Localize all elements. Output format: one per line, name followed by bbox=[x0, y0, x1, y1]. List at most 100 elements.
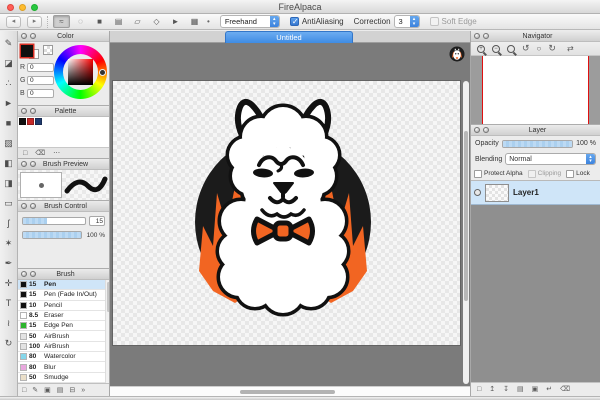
panel-close-button[interactable] bbox=[21, 161, 27, 167]
add-swatch-icon[interactable]: □ bbox=[23, 149, 27, 158]
brush-tool[interactable]: ✎ bbox=[1, 34, 16, 54]
brush-list-item[interactable]: 15 Pen bbox=[18, 280, 109, 290]
dot-tool[interactable]: ∴ bbox=[1, 74, 16, 94]
brush-list-item[interactable]: 80 Watercolor bbox=[18, 352, 109, 362]
brush-list-item[interactable]: 10 Pencil bbox=[18, 301, 109, 311]
layer-folder-icon[interactable]: ▤ bbox=[517, 385, 524, 394]
move-tool[interactable]: ► bbox=[1, 94, 16, 114]
add-brush-icon[interactable]: □ bbox=[22, 386, 26, 395]
magic-wand-tool[interactable]: ✶ bbox=[1, 234, 16, 254]
brush-list-item[interactable]: 15 Edge Pen bbox=[18, 321, 109, 331]
panel-close-button[interactable] bbox=[21, 33, 27, 39]
brush-list-item[interactable]: 100 AirBrush bbox=[18, 342, 109, 352]
brush-list-item[interactable]: 50 AirBrush bbox=[18, 331, 109, 341]
eyedropper-tool[interactable]: ✒ bbox=[1, 254, 16, 274]
brush-size-value[interactable]: 15 bbox=[89, 216, 105, 226]
navigator-preview[interactable] bbox=[471, 56, 600, 124]
select-eraser-tool[interactable]: ◨ bbox=[1, 174, 16, 194]
panel-close-button[interactable] bbox=[474, 127, 480, 133]
zoom-reset-icon[interactable] bbox=[507, 45, 515, 53]
grid-icon[interactable]: ▦ bbox=[186, 15, 203, 28]
lock-checkbox[interactable] bbox=[566, 170, 574, 178]
layer-row[interactable]: Layer1 bbox=[471, 181, 600, 205]
red-channel-field[interactable]: 0 bbox=[27, 63, 54, 72]
zoom-out-icon[interactable]: − bbox=[492, 45, 500, 53]
palette-swatch[interactable] bbox=[35, 118, 42, 125]
color-wheel[interactable] bbox=[54, 45, 107, 99]
rotate-ccw-icon[interactable]: ↺ bbox=[522, 44, 530, 53]
panel-close-button[interactable] bbox=[21, 108, 27, 114]
fill-tool[interactable]: ■ bbox=[1, 114, 16, 134]
stepper-icon[interactable] bbox=[586, 154, 595, 164]
parallelogram-icon[interactable]: ▱ bbox=[129, 15, 146, 28]
rect-select-tool[interactable]: ▭ bbox=[1, 194, 16, 214]
collapse-left-panel-button[interactable]: ◂ bbox=[6, 16, 21, 28]
soft-edge-checkbox[interactable] bbox=[430, 17, 439, 26]
layer-up-icon[interactable]: ↥ bbox=[489, 385, 495, 394]
layer-down-icon[interactable]: ↧ bbox=[503, 385, 509, 394]
cursor-icon[interactable]: ► bbox=[167, 15, 184, 28]
panel-close-button[interactable] bbox=[21, 271, 27, 277]
green-channel-field[interactable]: 0 bbox=[27, 76, 54, 85]
eraser-tool[interactable]: ◪ bbox=[1, 54, 16, 74]
curve-tool[interactable]: ≀ bbox=[1, 314, 16, 334]
brush-list-item[interactable]: 8.5 Eraser bbox=[18, 311, 109, 321]
fill-rect-icon[interactable]: ■ bbox=[91, 15, 108, 28]
correction-stepper[interactable]: 3 bbox=[394, 15, 420, 28]
palette-more-icon[interactable]: ⋯ bbox=[53, 149, 60, 158]
transparent-color-swatch[interactable] bbox=[43, 45, 53, 55]
stepper-icon[interactable] bbox=[410, 16, 419, 27]
fit-window-icon[interactable]: ⇄ bbox=[567, 44, 574, 53]
rotate-cw-icon[interactable]: ↻ bbox=[548, 44, 556, 53]
more-brushes-icon[interactable]: » bbox=[81, 386, 85, 395]
collapse-right-panel-button[interactable]: ▸ bbox=[27, 16, 42, 28]
layer-visibility-icon[interactable] bbox=[474, 189, 481, 196]
merge-layer-icon[interactable]: ↵ bbox=[546, 385, 552, 394]
clipping-checkbox[interactable] bbox=[528, 170, 536, 178]
delete-brush-icon[interactable]: ⊟ bbox=[69, 386, 75, 395]
diamond-icon[interactable]: ◇ bbox=[148, 15, 165, 28]
antialiasing-checkbox[interactable] bbox=[290, 17, 299, 26]
brush-list-item[interactable]: 15 Pen (Fade In/Out) bbox=[18, 290, 109, 300]
zoom-in-icon[interactable]: + bbox=[477, 45, 485, 53]
gradient-tool[interactable]: ▨ bbox=[1, 134, 16, 154]
blending-select[interactable]: Normal bbox=[505, 153, 596, 165]
freehand-stroke-icon[interactable]: ≈ bbox=[53, 15, 70, 28]
brush-mode-select[interactable]: Freehand bbox=[220, 15, 280, 28]
layer-opacity-slider[interactable] bbox=[502, 140, 573, 148]
brush-list-item[interactable]: 80 Blur bbox=[18, 362, 109, 372]
copy-brush-icon[interactable]: ▣ bbox=[44, 386, 51, 395]
stepper-icon[interactable] bbox=[270, 16, 279, 27]
delete-layer-icon[interactable]: ⌫ bbox=[560, 385, 570, 394]
document-tab[interactable]: Untitled bbox=[225, 31, 353, 43]
protect-alpha-checkbox[interactable] bbox=[474, 170, 482, 178]
duplicate-layer-icon[interactable]: ▣ bbox=[532, 385, 539, 394]
rows-icon[interactable]: ▤ bbox=[110, 15, 127, 28]
canvas-document[interactable] bbox=[112, 80, 461, 346]
add-layer-icon[interactable]: □ bbox=[477, 385, 481, 394]
panel-close-button[interactable] bbox=[474, 33, 480, 39]
canvas-horizontal-scrollbar[interactable] bbox=[110, 386, 470, 396]
delete-swatch-icon[interactable]: ⌫ bbox=[35, 149, 45, 158]
brush-folder-icon[interactable]: ▤ bbox=[57, 386, 64, 395]
panel-close-button[interactable] bbox=[21, 203, 27, 209]
marquee-icon[interactable]: ◌ bbox=[72, 15, 89, 28]
brush-size-slider[interactable] bbox=[22, 217, 86, 225]
palette-swatch[interactable] bbox=[27, 118, 34, 125]
hand-tool[interactable]: ✛ bbox=[1, 274, 16, 294]
brush-opacity-slider[interactable] bbox=[22, 231, 82, 239]
brush-list-item[interactable]: 50 Smudge bbox=[18, 373, 109, 383]
text-tool[interactable]: T bbox=[1, 294, 16, 314]
brush-list-scrollbar[interactable] bbox=[105, 280, 109, 383]
lasso-tool[interactable]: ʃ bbox=[1, 214, 16, 234]
palette-swatch[interactable] bbox=[19, 118, 26, 125]
rotate-tool[interactable]: ↻ bbox=[1, 334, 16, 354]
canvas-area[interactable] bbox=[110, 43, 470, 386]
edit-brush-icon[interactable]: ✎ bbox=[32, 386, 38, 395]
blue-channel-field[interactable]: 0 bbox=[27, 89, 54, 98]
saturation-value-square[interactable] bbox=[68, 59, 93, 85]
canvas-vertical-scrollbar[interactable] bbox=[463, 81, 469, 384]
select-pen-tool[interactable]: ◧ bbox=[1, 154, 16, 174]
rotate-reset-icon[interactable]: ○ bbox=[537, 44, 542, 53]
primary-color-swatch[interactable] bbox=[21, 45, 33, 57]
